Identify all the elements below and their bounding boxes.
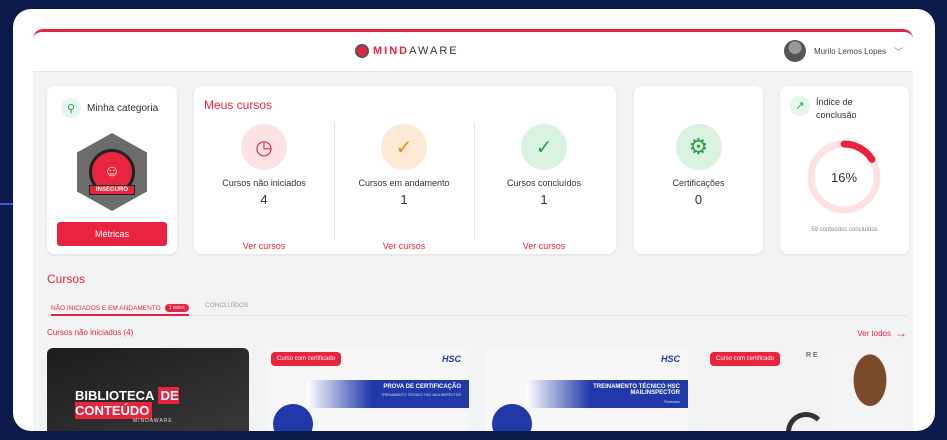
course-title: TREINAMENTO TÉCNICO HSC MAILINSPECTOR — [593, 384, 680, 396]
course-card[interactable]: HSC TREINAMENTO TÉCNICO HSC MAILINSPECTO… — [486, 348, 688, 431]
completion-title: Índice de — [816, 97, 853, 107]
certificate-tag: Curso com certificado — [271, 352, 342, 366]
certificates-card: ⚙ Certificações 0 — [634, 86, 763, 254]
tab-not-started[interactable]: NÃO INICIADOS E EM ANDAMENTO 1 aviso — [51, 302, 189, 316]
course-title: PROVA DE CERTIFICAÇÃO — [383, 384, 461, 390]
course-card[interactable]: BIBLIOTECA DE CONTEÚDO MINDAWARE — [47, 348, 249, 431]
progress-check-icon: ✓ — [381, 124, 427, 170]
user-name: Murilo Lemos Lopes — [813, 46, 886, 56]
completion-footer: 59 conteúdos concluídos — [811, 227, 878, 233]
completion-card: ↗ Índice de conclusão 16% 59 conteúdos co… — [780, 86, 909, 254]
arrow-right-icon: → — [895, 326, 907, 340]
see-all-link[interactable]: Ver todos → — [857, 326, 907, 340]
completed-stat: ✓ Cursos concluídos 1 Ver cursos — [474, 118, 614, 251]
certificates-label: Certificações — [672, 178, 725, 188]
courses-title: Cursos — [47, 272, 86, 286]
not-started-stat: ◷ Cursos não iniciados 4 Ver cursos — [194, 118, 334, 251]
stat-count: 4 — [260, 192, 268, 207]
app-container: MINDAWARE Murilo Lemos Lopes ﹀ ⚲ Minha c… — [33, 29, 913, 431]
logo[interactable]: MINDAWARE — [355, 44, 459, 58]
in-progress-stat: ✓ Cursos em andamento 1 Ver cursos — [334, 118, 474, 251]
logo: MINDAWARE — [133, 418, 173, 424]
course-tabs: NÃO INICIADOS E EM ANDAMENTO 1 aviso CON… — [47, 300, 909, 316]
logo-icon — [355, 44, 369, 58]
stat-count: 1 — [540, 192, 548, 207]
see-courses-link[interactable]: Ver cursos — [194, 241, 334, 251]
certificate-tag: Curso com certificado — [710, 352, 781, 366]
category-card: ⚲ Minha categoria ☺ INSEGURO Métricas — [47, 86, 177, 254]
course-subtitle: Revendas — [664, 400, 680, 404]
my-courses-title: Meus cursos — [204, 98, 273, 112]
metrics-button[interactable]: Métricas — [57, 222, 167, 246]
person-photo — [832, 348, 908, 431]
certificates-count: 0 — [694, 192, 703, 207]
window-frame: MINDAWARE Murilo Lemos Lopes ﹀ ⚲ Minha c… — [13, 9, 935, 431]
clock-icon: ◷ — [241, 124, 287, 170]
brand-logo: HSC — [660, 354, 680, 364]
avatar[interactable] — [783, 40, 806, 62]
course-subtitle: TREINAMENTO TÉCNICO HSC MAILINSPECTOR — [381, 393, 461, 397]
partial-logo: R E — [806, 352, 818, 359]
tab-completed[interactable]: CONCLUÍDOS — [205, 302, 248, 309]
certificate-icon: ⚙ — [675, 124, 722, 170]
see-courses-link[interactable]: Ver cursos — [474, 241, 614, 251]
not-started-subtitle: Cursos não iniciados (4) — [47, 328, 134, 337]
chevron-down-icon[interactable]: ﹀ — [894, 45, 903, 58]
course-card[interactable]: Curso com certificado R E — [706, 348, 908, 431]
stat-count: 1 — [400, 192, 408, 207]
logo-text: MINDAWARE — [373, 45, 459, 57]
see-courses-link[interactable]: Ver cursos — [334, 241, 474, 251]
notice-badge: 1 aviso — [164, 304, 189, 312]
trending-up-icon: ↗ — [790, 96, 810, 116]
top-bar: MINDAWARE Murilo Lemos Lopes ﹀ — [33, 32, 913, 72]
stat-label: Cursos não iniciados — [222, 178, 306, 188]
completion-percent: 16% — [830, 169, 858, 185]
badge-label: INSEGURO — [89, 185, 135, 195]
category-badge: ☺ INSEGURO — [77, 133, 147, 211]
stat-label: Cursos em andamento — [358, 178, 450, 188]
check-circle-icon: ✓ — [521, 124, 567, 170]
my-courses-card: Meus cursos ◷ Cursos não iniciados 4 Ver… — [194, 86, 616, 254]
decorative-line — [0, 203, 14, 205]
user-menu[interactable]: Murilo Lemos Lopes ﹀ — [783, 40, 903, 62]
stat-label: Cursos concluídos — [506, 178, 582, 188]
category-title: Minha categoria — [87, 102, 159, 114]
brand-logo: HSC — [441, 354, 461, 364]
badge-icon: ⚲ — [61, 98, 81, 118]
course-card[interactable]: Curso com certificado HSC PROVA DE CERTI… — [267, 348, 469, 431]
